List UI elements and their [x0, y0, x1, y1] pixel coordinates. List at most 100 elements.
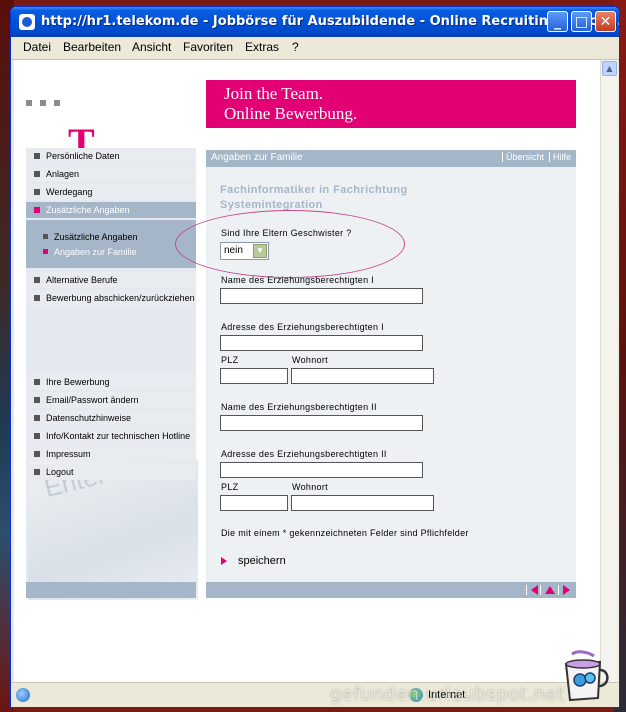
menu-help[interactable]: ?	[292, 40, 299, 54]
sidebar-item-label: Alternative Berufe	[46, 275, 118, 285]
scroll-up-icon[interactable]: ▲	[602, 61, 617, 76]
job-title-line-1: Fachinformatiker in Fachrichtung	[220, 184, 408, 196]
bullet-icon	[34, 379, 40, 385]
sidebar-item-label: Datenschutzhinweise	[46, 413, 132, 423]
sidebar-item-additional-info[interactable]: Zusätzliche Angaben	[26, 202, 196, 218]
sidebar-item-label: Anlagen	[46, 169, 80, 179]
help-link[interactable]: Hilfe	[549, 152, 571, 162]
form-bottom-bar	[206, 582, 576, 598]
sidebar-item-label: Email/Passwort ändern	[46, 395, 139, 405]
banner-line-1: Join the Team.	[224, 84, 324, 103]
highlight-ellipse	[175, 210, 405, 278]
maximize-button[interactable]: □	[571, 11, 592, 32]
guardian2-city-field[interactable]	[291, 495, 434, 511]
close-button[interactable]: ✕	[595, 11, 616, 32]
sidebar-item-personal-data[interactable]: Persönliche Daten	[26, 148, 196, 164]
mug-logo-icon	[564, 650, 609, 702]
sidebar-subnav: Zusätzliche Angaben Angaben zur Familie	[26, 220, 196, 268]
bullet-icon	[34, 171, 40, 177]
bullet-icon	[34, 207, 40, 213]
subnav-item-additional-info[interactable]: Zusätzliche Angaben	[26, 230, 196, 244]
pager-separator	[558, 585, 559, 595]
bullet-icon	[34, 451, 40, 457]
menu-datei[interactable]: Datei	[23, 40, 51, 54]
sidebar-item-privacy[interactable]: Datenschutzhinweise	[26, 410, 196, 426]
guardian2-plz-label: PLZ	[221, 482, 239, 492]
bullet-icon	[34, 295, 40, 301]
guardian2-name-field[interactable]	[220, 415, 423, 431]
guardian2-city-label: Wohnort	[292, 482, 328, 492]
watermark-text: gefunden.urlaubspot.net	[330, 684, 565, 705]
sidebar-item-label: Persönliche Daten	[46, 151, 120, 161]
sidebar-item-label: Werdegang	[46, 187, 93, 197]
guardian2-name-label: Name des Erziehungsberechtigten II	[221, 402, 377, 412]
ie-globe-icon	[16, 688, 30, 702]
guardian1-city-field[interactable]	[291, 368, 434, 384]
sidebar-item-imprint[interactable]: Impressum	[26, 446, 196, 462]
save-arrow-icon	[221, 557, 227, 565]
sidebar-item-your-application[interactable]: Ihre Bewerbung	[26, 374, 196, 390]
menu-extras[interactable]: Extras	[245, 40, 279, 54]
sidebar-item-career[interactable]: Werdegang	[26, 184, 196, 200]
guardian1-name-field[interactable]	[220, 288, 423, 304]
bullet-icon	[34, 433, 40, 439]
chevron-down-icon[interactable]: ▼	[253, 244, 267, 258]
bullet-icon	[34, 189, 40, 195]
guardian1-plz-field[interactable]	[220, 368, 288, 384]
bullet-icon	[34, 397, 40, 403]
window-title: http://hr1.telekom.de - Jobbörse für Aus…	[41, 14, 620, 29]
pager-separator	[540, 585, 541, 595]
sidebar-item-label: Logout	[46, 467, 74, 477]
siblings-label: Sind Ihre Eltern Geschwister ?	[221, 228, 352, 238]
menu-ansicht[interactable]: Ansicht	[132, 40, 171, 54]
save-link[interactable]: speichern	[238, 555, 286, 567]
subnav-item-family-info[interactable]: Angaben zur Familie	[26, 245, 196, 259]
nav-bottom-bar	[26, 582, 196, 598]
page-content: T Join the Team. Online Bewerbung. Persö…	[14, 60, 600, 682]
sidebar-item-submit-application[interactable]: Bewerbung abschicken/zurückziehen	[26, 290, 196, 306]
minimize-button[interactable]: _	[547, 11, 568, 32]
siblings-select[interactable]: nein ▼	[220, 242, 269, 260]
menu-favoriten[interactable]: Favoriten	[183, 40, 233, 54]
next-page-icon[interactable]	[563, 585, 570, 595]
bullet-icon	[34, 277, 40, 283]
sidebar-item-label: Impressum	[46, 449, 91, 459]
guardian2-address-label: Adresse des Erziehungsberechtigten II	[221, 449, 387, 459]
sidebar-item-logout[interactable]: Logout	[26, 464, 196, 480]
sidebar-item-label: Bewerbung abschicken/zurückziehen	[46, 293, 195, 303]
sidebar-item-label: Info/Kontakt zur technischen Hotline	[46, 431, 191, 441]
guardian1-name-label: Name des Erziehungsberechtigten I	[221, 275, 374, 285]
overview-link[interactable]: Übersicht	[502, 152, 544, 162]
sidebar-item-label: Ihre Bewerbung	[46, 377, 110, 387]
sidebar-item-attachments[interactable]: Anlagen	[26, 166, 196, 182]
menu-bearbeiten[interactable]: Bearbeiten	[63, 40, 121, 54]
sidebar-item-alternative-jobs[interactable]: Alternative Berufe	[26, 272, 196, 288]
guardian1-address-field[interactable]	[220, 335, 423, 351]
required-fields-note: Die mit einem * gekennzeichneten Felder …	[221, 528, 469, 538]
browser-window: http://hr1.telekom.de - Jobbörse für Aus…	[10, 6, 620, 708]
bullet-icon	[34, 415, 40, 421]
guardian2-address-field[interactable]	[220, 462, 423, 478]
title-bar[interactable]: http://hr1.telekom.de - Jobbörse für Aus…	[11, 7, 619, 37]
sidebar-item-label: Zusätzliche Angaben	[46, 205, 130, 215]
sidebar-item-hotline[interactable]: Info/Kontakt zur technischen Hotline	[26, 428, 196, 444]
banner-line-2: Online Bewerbung.	[224, 104, 358, 123]
subnav-item-label: Angaben zur Familie	[54, 247, 137, 257]
sidebar-item-change-password[interactable]: Email/Passwort ändern	[26, 392, 196, 408]
bullet-icon	[34, 469, 40, 475]
guardian2-plz-field[interactable]	[220, 495, 288, 511]
guardian1-plz-label: PLZ	[221, 355, 239, 365]
siblings-select-value: nein	[224, 245, 243, 256]
guardian1-address-label: Adresse des Erziehungsberechtigten I	[221, 322, 384, 332]
page-top-icon[interactable]	[545, 586, 555, 594]
prev-page-icon[interactable]	[531, 585, 538, 595]
form-header: Angaben zur Familie Übersicht Hilfe	[206, 150, 576, 167]
bullet-icon	[43, 234, 48, 239]
guardian1-city-label: Wohnort	[292, 355, 328, 365]
bullet-icon	[43, 249, 48, 254]
form-title: Angaben zur Familie	[211, 152, 303, 163]
bullet-icon	[34, 153, 40, 159]
job-title-line-2: Systemintegration	[220, 199, 323, 211]
vertical-scrollbar[interactable]: ▲	[600, 60, 618, 682]
ie-icon	[19, 14, 35, 30]
